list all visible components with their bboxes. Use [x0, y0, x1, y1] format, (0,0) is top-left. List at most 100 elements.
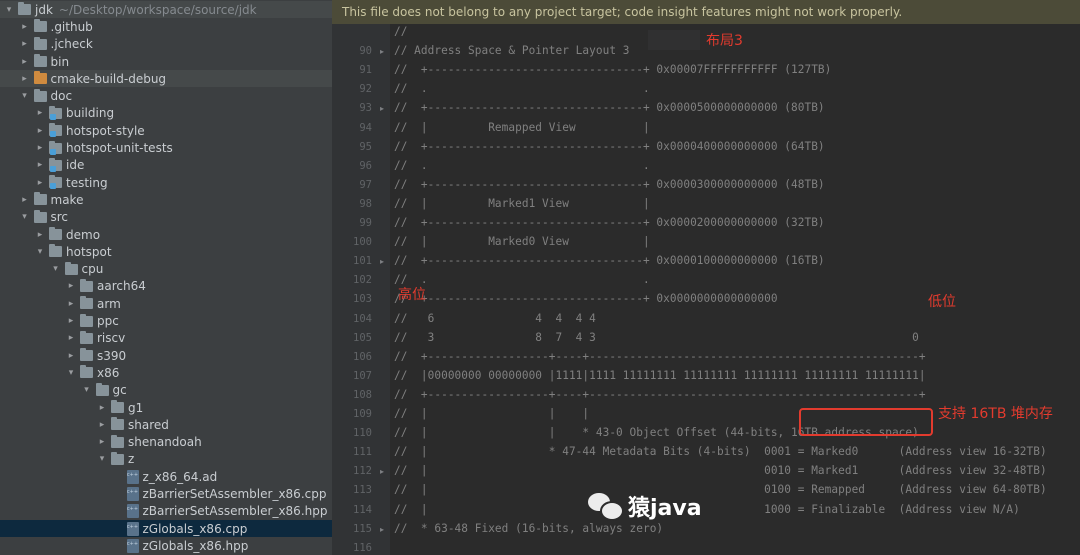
chevron-right-icon[interactable]: ▸ [66, 351, 76, 361]
code-line[interactable]: // +------------------+----+------------… [394, 350, 926, 363]
chevron-down-icon[interactable]: ▾ [20, 212, 30, 222]
tree-item[interactable]: ▸ arm [0, 295, 332, 312]
tree-item[interactable]: ▸ hotspot-style [0, 122, 332, 139]
folder-icon [80, 365, 93, 379]
folder-icon [80, 330, 93, 344]
code-line[interactable]: // | 0010 = Marked1 (Address view 32-48T… [394, 464, 1047, 477]
code-line[interactable]: // . . [394, 273, 650, 286]
chevron-right-icon[interactable]: ▸ [97, 420, 107, 430]
tree-item[interactable]: ▸ g1 [0, 399, 332, 416]
code-line[interactable]: // Address Space & Pointer Layout 3 [394, 44, 630, 57]
tree-item[interactable]: ▸ riscv [0, 330, 332, 347]
tree-item[interactable]: ▸ .github [0, 18, 332, 35]
tree-item[interactable]: ▸ demo [0, 226, 332, 243]
tree-item[interactable]: ▾ x86 [0, 364, 332, 381]
code-line[interactable]: // [394, 25, 407, 38]
tree-item[interactable]: ▸ aarch64 [0, 278, 332, 295]
tree-item[interactable]: ▾ doc [0, 88, 332, 105]
chevron-down-icon[interactable]: ▾ [4, 5, 14, 15]
chevron-right-icon[interactable]: ▸ [97, 403, 107, 413]
fold-marker-icon[interactable]: ▸ [380, 104, 384, 113]
line-number: 104 [353, 312, 372, 325]
chevron-right-icon[interactable]: ▸ [20, 74, 30, 84]
tree-item[interactable]: ▾ cpu [0, 261, 332, 278]
tree-item[interactable]: z_x86_64.ad [0, 467, 332, 485]
code-line[interactable]: // +--------------------------------+ 0x… [394, 140, 825, 153]
code-line[interactable]: // | | | [394, 407, 589, 420]
folder-icon [80, 348, 93, 362]
tree-item[interactable]: ▸ make [0, 191, 332, 208]
chevron-right-icon[interactable]: ▸ [35, 230, 45, 240]
code-line[interactable]: // | Marked0 View | [394, 235, 650, 248]
chevron-down-icon[interactable]: ▾ [51, 264, 61, 274]
code-line[interactable]: // +--------------------------------+ 0x… [394, 101, 825, 114]
tree-item[interactable]: ▸ shared [0, 416, 332, 433]
tree-item[interactable]: ▸ hotspot-unit-tests [0, 139, 332, 156]
code-line[interactable]: // | * 47-44 Metadata Bits (4-bits) 0001… [394, 445, 1047, 458]
code-line[interactable]: // +--------------------------------+ 0x… [394, 63, 831, 76]
chevron-down-icon[interactable]: ▾ [66, 368, 76, 378]
chevron-down-icon[interactable]: ▾ [20, 91, 30, 101]
wechat-icon [588, 491, 624, 521]
tree-item[interactable]: zBarrierSetAssembler_x86.hpp [0, 501, 332, 520]
code-line[interactable]: // +--------------------------------+ 0x… [394, 292, 778, 305]
chevron-right-icon[interactable]: ▸ [35, 108, 45, 118]
tree-item[interactable]: ▸ cmake-build-debug [0, 70, 332, 88]
chevron-right-icon[interactable]: ▸ [20, 39, 30, 49]
chevron-down-icon[interactable]: ▾ [35, 247, 45, 257]
line-number: 109 [353, 408, 372, 420]
chevron-right-icon[interactable]: ▸ [20, 22, 30, 32]
tree-item[interactable]: ▸ s390 [0, 347, 332, 364]
fold-marker-icon[interactable]: ▸ [380, 47, 384, 56]
chevron-right-icon[interactable]: ▸ [66, 333, 76, 343]
chevron-down-icon[interactable]: ▾ [97, 454, 107, 464]
project-tree[interactable]: ▾ jdk ~/Desktop/workspace/source/jdk ▸ .gith… [0, 0, 332, 555]
line-number: 101 [353, 255, 372, 268]
code-line[interactable]: // +--------------------------------+ 0x… [394, 216, 825, 229]
code-line[interactable]: // | Remapped View | [394, 121, 650, 134]
code-line[interactable]: // 3 8 7 4 3 0 [394, 331, 919, 344]
tree-item[interactable]: ▾ hotspot [0, 243, 332, 260]
folder-icon [33, 88, 47, 102]
chevron-right-icon[interactable]: ▸ [66, 316, 76, 326]
tree-item[interactable]: ▸ shenandoah [0, 434, 332, 451]
tree-item[interactable]: ▸ ide [0, 157, 332, 174]
tree-item[interactable]: ▸ ppc [0, 312, 332, 329]
tree-item[interactable]: ▾ z [0, 451, 332, 468]
code-line[interactable]: // +------------------+----+------------… [394, 388, 926, 401]
line-number-gutter[interactable]: 90 ▸ 91 92 93 ▸ 94 95 96 97 98 99 100 101 ▸ 102 103 104 10… [332, 24, 390, 555]
code-line[interactable]: // 6 4 4 4 4 [394, 312, 596, 325]
chevron-right-icon[interactable]: ▸ [97, 437, 107, 447]
code-line[interactable]: // . . [394, 159, 650, 172]
chevron-right-icon[interactable]: ▸ [35, 160, 45, 170]
tree-item[interactable]: ▾ gc [0, 382, 332, 399]
code-line[interactable]: // |00000000 00000000 |1111|1111 1111111… [394, 369, 926, 382]
chevron-right-icon[interactable]: ▸ [20, 195, 30, 205]
tree-item[interactable]: zGlobals_x86.cpp [0, 519, 332, 538]
tree-item[interactable]: zGlobals_x86.hpp [0, 536, 332, 554]
chevron-right-icon[interactable]: ▸ [66, 281, 76, 291]
code-line[interactable]: // . . [394, 82, 650, 95]
code-line[interactable]: // +--------------------------------+ 0x… [394, 178, 825, 191]
chevron-right-icon[interactable]: ▸ [20, 57, 30, 67]
tree-item[interactable]: ▸ bin [0, 53, 332, 70]
tree-item[interactable]: zBarrierSetAssembler_x86.cpp [0, 484, 332, 502]
chevron-down-icon[interactable]: ▾ [82, 385, 92, 395]
line-number: 114 [353, 503, 372, 516]
fold-marker-icon[interactable]: ▸ [380, 467, 384, 476]
code-editor[interactable]: This file does not belong to any project… [332, 0, 1080, 555]
tree-item[interactable]: ▸ testing [0, 174, 332, 191]
tree-item-label: src [50, 210, 69, 225]
code-line[interactable]: // | Marked1 View | [394, 197, 650, 210]
tree-item[interactable]: ▸ building [0, 105, 332, 122]
tree-item[interactable]: ▸ .jcheck [0, 36, 332, 53]
fold-marker-icon[interactable]: ▸ [380, 525, 384, 534]
tree-item[interactable]: ▾ src [0, 209, 332, 226]
code-line[interactable]: // +--------------------------------+ 0x… [394, 254, 825, 267]
fold-marker-icon[interactable]: ▸ [380, 257, 384, 266]
chevron-right-icon[interactable]: ▸ [35, 143, 45, 153]
chevron-right-icon[interactable]: ▸ [35, 126, 45, 136]
chevron-right-icon[interactable]: ▸ [35, 178, 45, 188]
tree-item[interactable]: ▾ jdk ~/Desktop/workspace/source/jdk [0, 1, 332, 19]
chevron-right-icon[interactable]: ▸ [66, 299, 76, 309]
